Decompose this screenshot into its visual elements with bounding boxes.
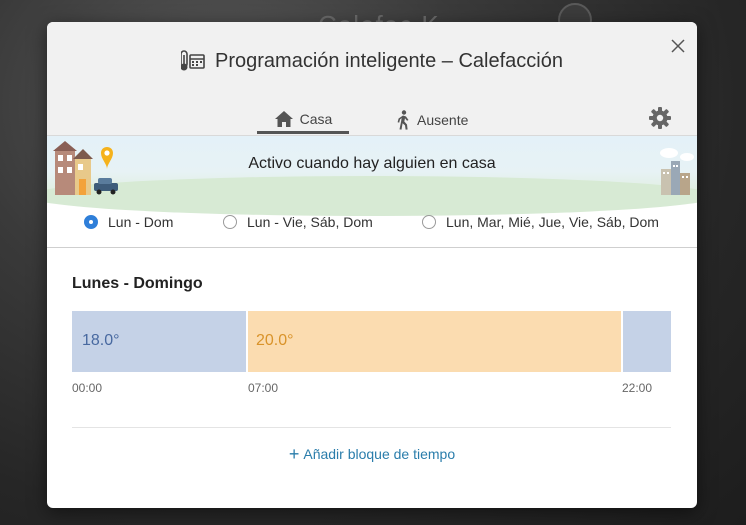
tab-ausente-label: Ausente xyxy=(417,112,469,128)
add-time-block-label: Añadir bloque de tiempo xyxy=(303,446,456,462)
close-icon[interactable] xyxy=(669,37,687,55)
time-label: 22:00 xyxy=(622,381,653,395)
radio-dot-each-day[interactable] xyxy=(422,215,436,229)
tab-casa[interactable]: Casa xyxy=(257,106,349,134)
schedule-timeline: 18.0° 20.0° xyxy=(72,311,671,372)
radio-label-lun-vie-sab-dom: Lun - Vie, Sáb, Dom xyxy=(247,214,373,230)
add-time-block-button[interactable]: + Añadir bloque de tiempo xyxy=(47,444,697,464)
home-icon xyxy=(274,110,293,127)
dialog-title-row: Programación inteligente – Calefacción xyxy=(47,46,697,76)
section-divider xyxy=(72,427,671,428)
radio-label-lun-dom: Lun - Dom xyxy=(108,214,174,230)
walking-person-icon xyxy=(397,110,409,130)
radio-label-each-day: Lun, Mar, Mié, Jue, Vie, Sáb, Dom xyxy=(446,214,659,230)
schedule-thermometer-icon xyxy=(181,50,205,71)
day-pattern-selector: Lun - Dom Lun - Vie, Sáb, Dom Lun, Mar, … xyxy=(47,197,697,248)
time-label: 07:00 xyxy=(248,381,279,395)
time-block[interactable]: 20.0° xyxy=(248,311,621,372)
radio-dot-lun-vie-sab-dom[interactable] xyxy=(223,215,237,229)
time-label: 00:00 xyxy=(72,381,103,395)
time-block[interactable] xyxy=(623,311,671,372)
radio-lun-vie-sab-dom[interactable]: Lun - Vie, Sáb, Dom xyxy=(223,214,373,230)
time-block[interactable]: 18.0° xyxy=(72,311,246,372)
gear-icon[interactable] xyxy=(648,106,672,130)
tab-casa-label: Casa xyxy=(299,110,333,127)
home-mode-banner: Activo cuando hay alguien en casa xyxy=(47,135,697,216)
dialog-header: Programación inteligente – Calefacción C… xyxy=(47,22,697,135)
schedule-section-title: Lunes - Domingo xyxy=(72,275,203,292)
city-buildings-illustration-icon xyxy=(660,148,694,195)
radio-each-day[interactable]: Lun, Mar, Mié, Jue, Vie, Sáb, Dom xyxy=(422,214,659,230)
radio-lun-dom[interactable]: Lun - Dom xyxy=(84,214,173,230)
tab-ausente[interactable]: Ausente xyxy=(397,106,487,134)
dialog-title: Programación inteligente – Calefacción xyxy=(215,49,563,72)
smart-schedule-dialog: Programación inteligente – Calefacción C… xyxy=(47,22,697,508)
radio-dot-lun-dom[interactable] xyxy=(84,215,98,229)
banner-text: Activo cuando hay alguien en casa xyxy=(248,155,496,172)
mode-tabs: Casa Ausente xyxy=(47,106,697,134)
plus-icon: + xyxy=(288,444,300,464)
